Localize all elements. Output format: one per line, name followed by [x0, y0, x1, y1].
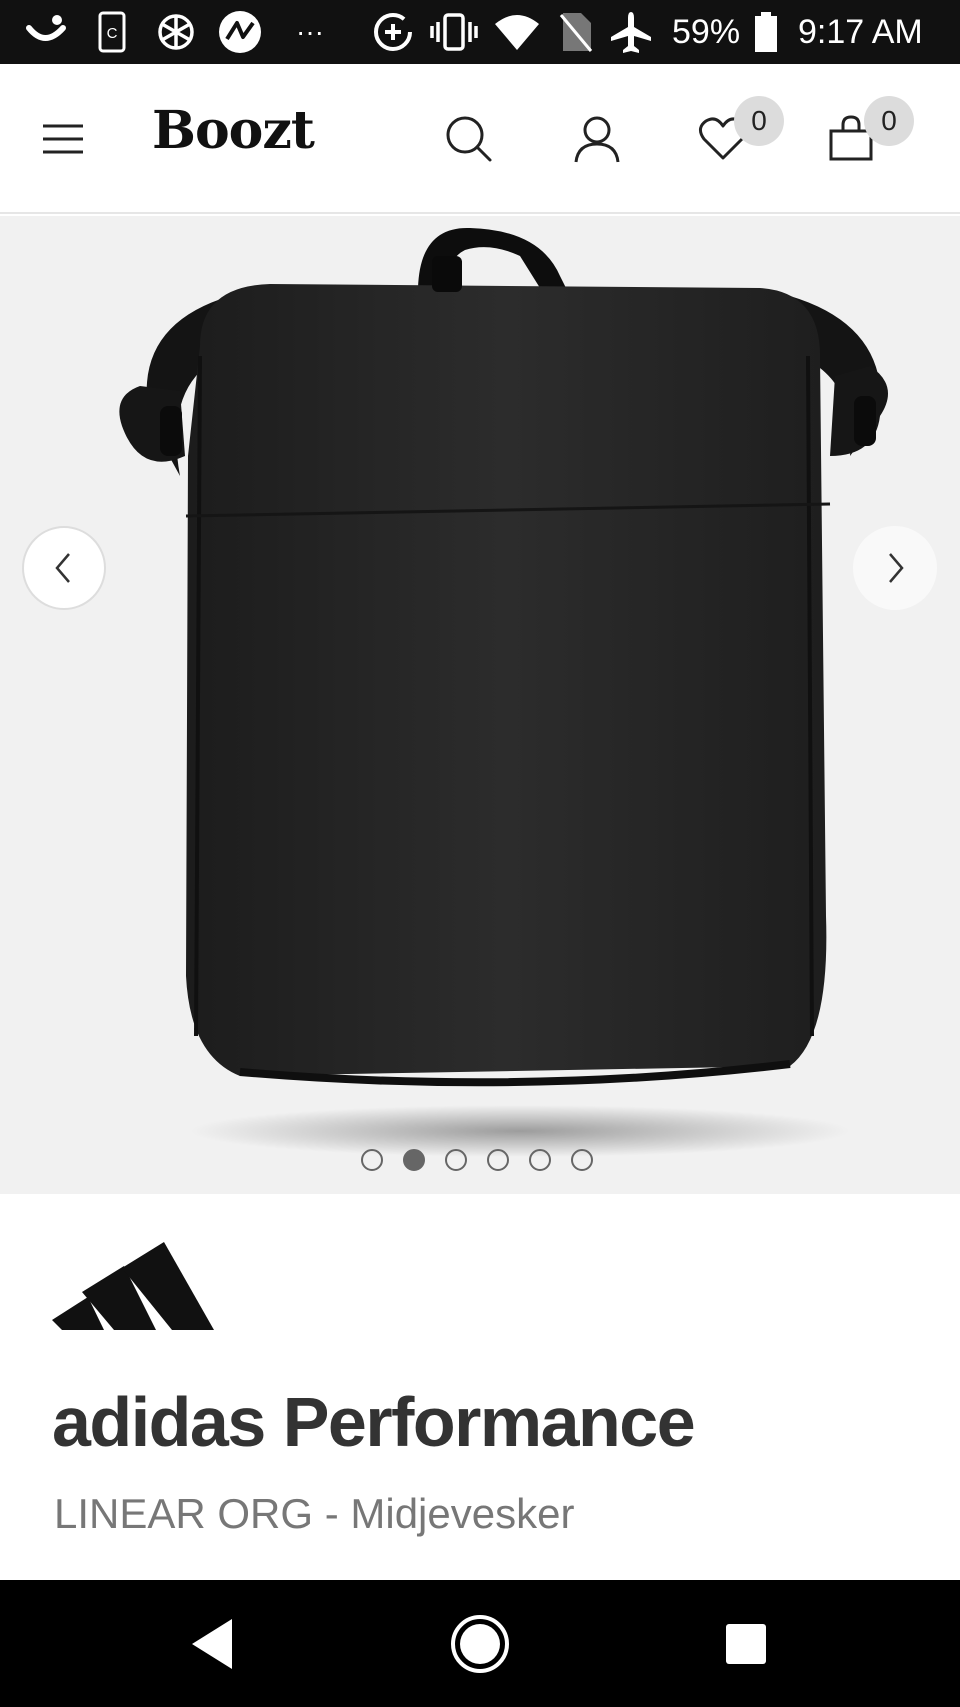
battery-percent: 59%: [672, 12, 741, 51]
home-icon: [451, 1614, 509, 1673]
pagination-dot[interactable]: [571, 1149, 593, 1171]
openai-icon: [152, 10, 200, 54]
battery-icon: [752, 10, 780, 54]
chevron-right-icon: [889, 553, 904, 583]
recents-button[interactable]: [686, 1580, 806, 1707]
wifi-icon: [492, 10, 542, 54]
image-pagination: [361, 1149, 593, 1171]
home-button[interactable]: [420, 1580, 540, 1707]
vibrate-icon: [428, 10, 480, 54]
status-bar: C ··· 59% 9:17 AM: [0, 0, 960, 64]
pagination-dot[interactable]: [403, 1149, 425, 1171]
brand-name[interactable]: adidas Performance: [52, 1382, 696, 1462]
menu-button[interactable]: [28, 104, 98, 174]
product-image: [119, 227, 888, 1157]
recents-icon: [726, 1623, 766, 1664]
pagination-dot[interactable]: [361, 1149, 383, 1171]
cart-count-badge: 0: [864, 96, 914, 146]
account-button[interactable]: [562, 104, 632, 174]
phone-app-icon: C: [94, 10, 130, 54]
system-navigation-bar: [0, 1580, 960, 1707]
pagination-dot[interactable]: [445, 1149, 467, 1171]
search-icon: [446, 116, 492, 162]
menu-icon: [43, 124, 83, 154]
search-button[interactable]: [434, 104, 504, 174]
chevron-left-icon: [55, 553, 70, 583]
back-button[interactable]: [152, 1580, 272, 1707]
airplane-mode-icon: [608, 10, 654, 54]
product-name: LINEAR ORG - Midjevesker: [54, 1490, 575, 1537]
no-sim-icon: [556, 10, 596, 54]
overflow-indicator: ···: [296, 16, 324, 47]
clock: 9:17 AM: [798, 12, 923, 51]
next-image-button[interactable]: [853, 526, 937, 610]
activity-icon: [216, 10, 264, 54]
boozt-logo[interactable]: Boozt: [152, 100, 315, 170]
account-icon: [574, 116, 620, 163]
adidas-performance-logo-icon[interactable]: [52, 1240, 214, 1340]
svg-text:C: C: [107, 25, 118, 42]
back-icon: [192, 1618, 232, 1669]
product-image-gallery[interactable]: [0, 216, 960, 1194]
wishlist-count-badge: 0: [734, 96, 784, 146]
previous-image-button[interactable]: [22, 526, 106, 610]
data-saver-icon: [370, 10, 416, 54]
pagination-dot[interactable]: [487, 1149, 509, 1171]
pagination-dot[interactable]: [529, 1149, 551, 1171]
site-header: Boozt 0 0: [0, 64, 960, 214]
smile-icon: [22, 10, 72, 54]
